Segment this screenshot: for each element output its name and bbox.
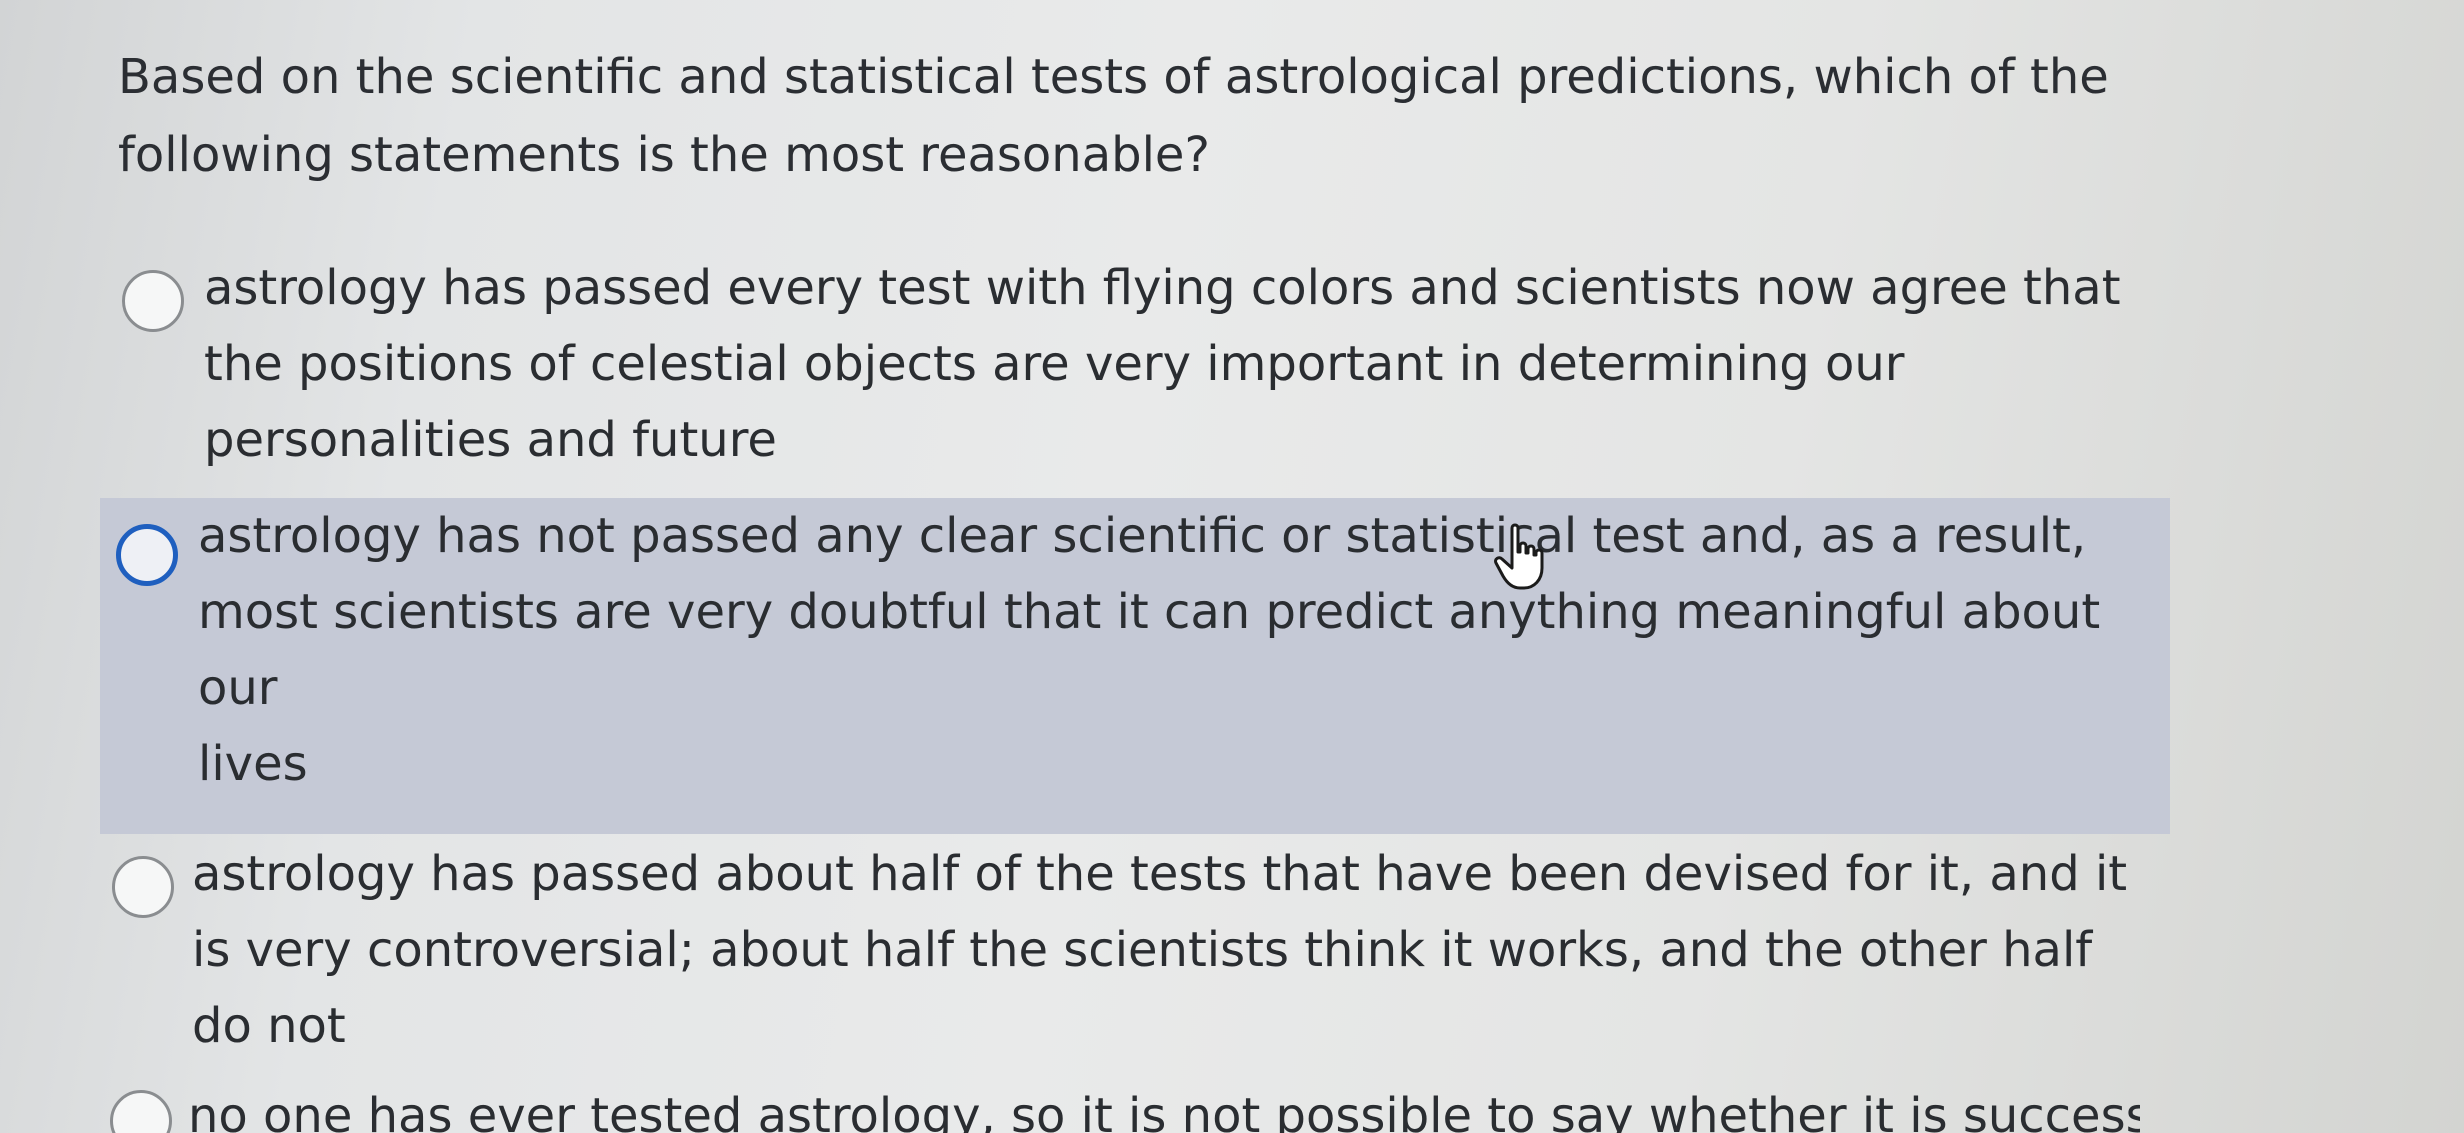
answer-option-3[interactable]: astrology has passed about half of the t…	[100, 836, 2140, 1066]
answer-1-line-3: personalities and future	[204, 412, 777, 468]
answer-label-3[interactable]: astrology has passed about half of the t…	[192, 836, 2127, 1064]
answer-2-line-3: our	[198, 660, 278, 716]
answer-4-line-1: no one has ever tested astrology, so it …	[188, 1088, 2140, 1133]
hand-pointer-icon	[1494, 523, 1544, 590]
question-text: Based on the scientific and statistical …	[118, 49, 2109, 183]
radio-button-4[interactable]	[110, 1090, 172, 1133]
answer-option-2[interactable]: astrology has not passed any clear scien…	[100, 498, 2170, 834]
radio-button-3[interactable]	[112, 856, 174, 918]
answer-label-2[interactable]: astrology has not passed any clear scien…	[198, 498, 2100, 802]
answer-label-4[interactable]: no one has ever tested astrology, so it …	[188, 1082, 2140, 1133]
answer-2-line-1: astrology has not passed any clear scien…	[198, 508, 2087, 564]
answer-label-1[interactable]: astrology has passed every test with fly…	[204, 250, 2121, 478]
answer-3-line-2: is very controversial; about half the sc…	[192, 922, 2093, 978]
answer-1-line-1: astrology has passed every test with fly…	[204, 260, 2121, 316]
quiz-page: Based on the scientific and statistical …	[0, 0, 2464, 1133]
answer-3-line-3: do not	[192, 998, 346, 1054]
answer-2-line-2: most scientists are very doubtful that i…	[198, 584, 2101, 640]
answer-option-1[interactable]: astrology has passed every test with fly…	[100, 250, 2140, 480]
answer-1-line-2: the positions of celestial objects are v…	[204, 336, 1905, 392]
radio-button-1[interactable]	[122, 270, 184, 332]
answer-3-line-1: astrology has passed about half of the t…	[192, 846, 2128, 902]
answer-option-4[interactable]: no one has ever tested astrology, so it …	[100, 1082, 2140, 1133]
radio-button-2[interactable]	[116, 524, 178, 586]
answer-2-line-4: lives	[198, 736, 308, 792]
